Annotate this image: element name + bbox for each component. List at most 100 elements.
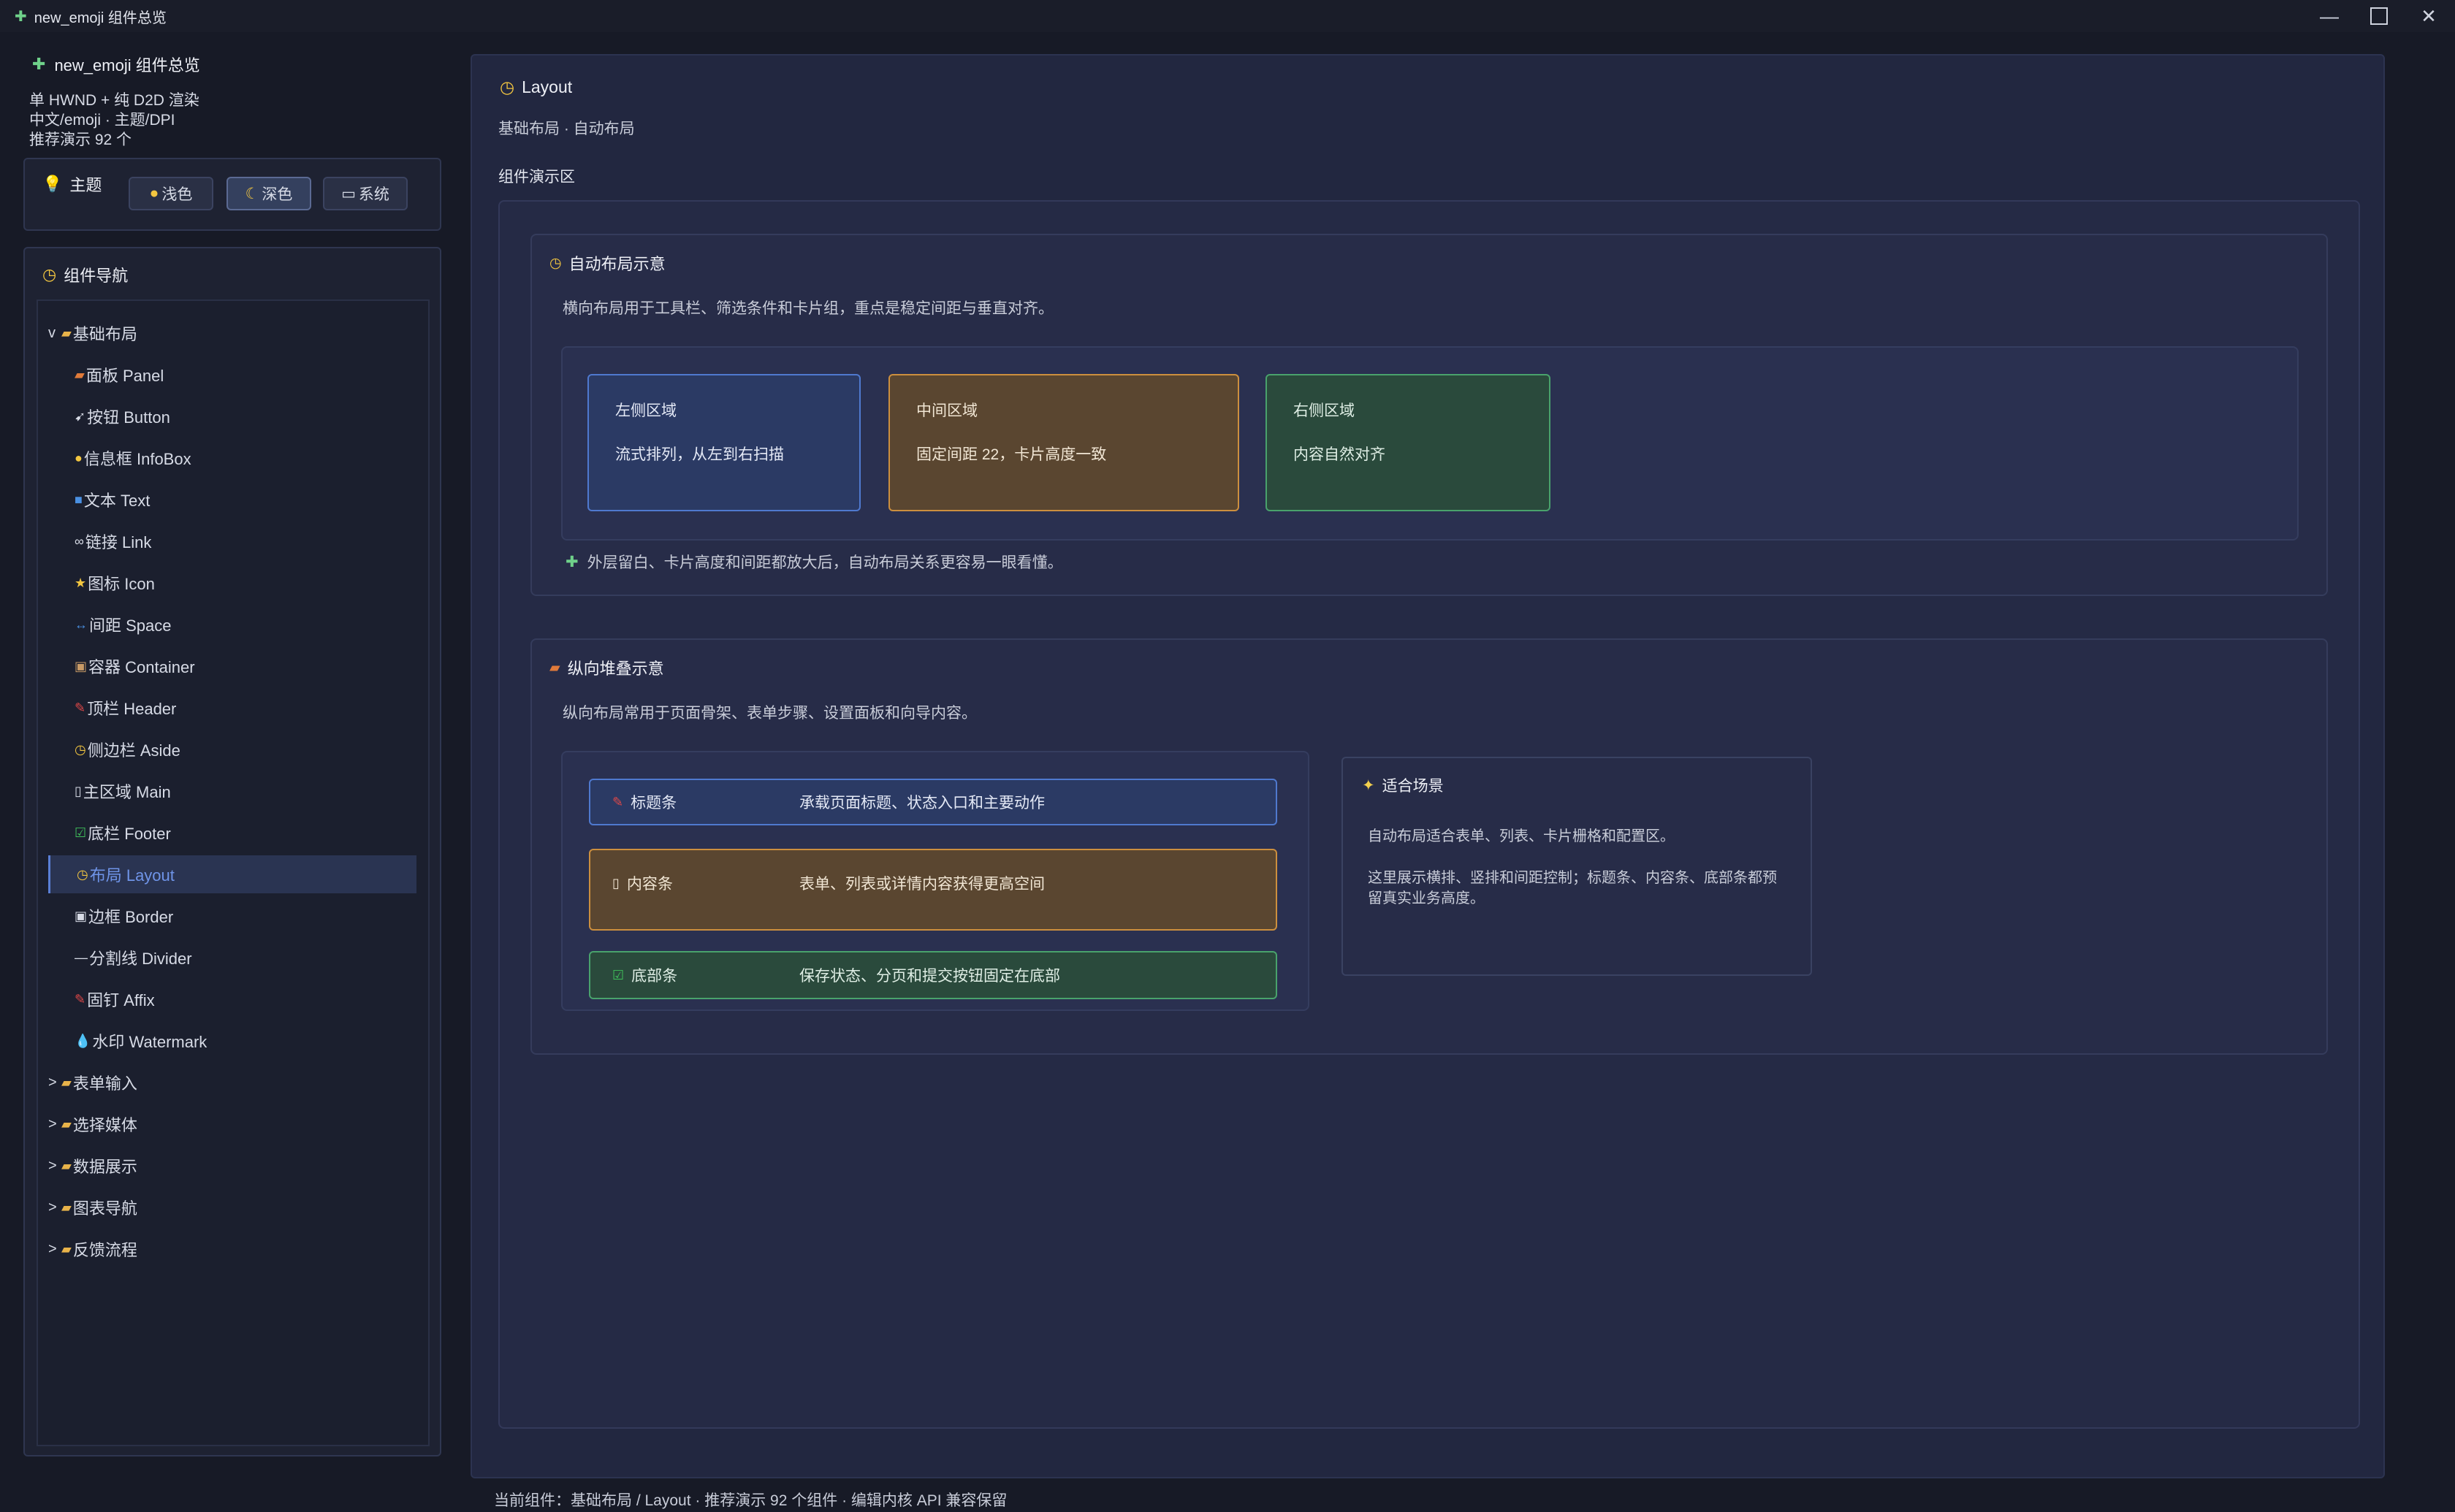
expand-toggle[interactable]: > (48, 1074, 61, 1091)
expand-toggle[interactable]: v (48, 325, 61, 342)
nav-group-chart-nav[interactable]: > ▰ 图表导航 (48, 1188, 416, 1226)
row-text: 表单、列表或详情内容获得更高空间 (799, 876, 1045, 893)
nav-label: 数据展示 (72, 1158, 137, 1176)
folder-icon: ▰ (61, 1199, 72, 1215)
nav-label: 底栏 Footer (88, 825, 171, 843)
row-label-text: 标题条 (631, 795, 677, 812)
clock-icon: ◷ (77, 866, 88, 882)
close-button[interactable]: ✕ (2404, 0, 2454, 32)
nav-item-layout[interactable]: ◷ 布局 Layout (48, 855, 416, 893)
nav-group-data-display[interactable]: > ▰ 数据展示 (48, 1147, 416, 1185)
vertical-stack-section: ▰ 纵向堆叠示意 纵向布局常用于页面骨架、表单步骤、设置面板和向导内容。 ✎ 标题… (530, 638, 2328, 1055)
nav-item-button[interactable]: ➹ 按钮 Button (48, 397, 416, 435)
scene-title: ✦ 适合场景 (1362, 774, 1444, 796)
card-title: 右侧区域 (1293, 402, 1355, 419)
info-line: 推荐演示 92 个 (29, 131, 132, 148)
folder-icon: ▰ (61, 1158, 72, 1173)
sparkle-icon: ✦ (1362, 776, 1375, 794)
clock-icon: ◷ (75, 741, 86, 757)
info-line: 中文/emoji · 主题/DPI (29, 112, 175, 129)
row-label: ▯ 内容条 (612, 872, 673, 894)
row-text: 保存状态、分页和提交按钮固定在底部 (799, 968, 1060, 985)
section-title: ◷ 自动布局示意 (549, 251, 666, 275)
card-desc: 流式排列，从左到右扫描 (615, 446, 784, 463)
left-region-card: 左侧区域 流式排列，从左到右扫描 (587, 374, 861, 511)
expand-toggle[interactable]: > (48, 1158, 61, 1175)
nav-item-aside[interactable]: ◷ 侧边栏 Aside (48, 730, 416, 768)
clock-icon: ◷ (42, 265, 57, 283)
nav-panel: ◷ 组件导航 v ▰ 基础布局 ▰ 面板 Panel ➹ 按钮 Button ● 信息框 … (23, 247, 441, 1456)
nav-label: 文本 Text (83, 492, 151, 510)
card-title: 中间区域 (916, 402, 978, 419)
pin-icon: ✎ (75, 700, 86, 715)
nav-label: 选择媒体 (72, 1116, 137, 1134)
nav-label: 容器 Container (88, 658, 195, 676)
expand-toggle[interactable]: > (48, 1116, 61, 1133)
nav-label: 水印 Watermark (92, 1033, 208, 1051)
check-icon: ☑ (612, 967, 625, 982)
nav-group-select-media[interactable]: > ▰ 选择媒体 (48, 1105, 416, 1143)
horizontal-container: 左侧区域 流式排列，从左到右扫描 中间区域 固定间距 22，卡片高度一致 右侧区… (561, 346, 2299, 541)
demo-area: ◷ 自动布局示意 横向布局用于工具栏、筛选条件和卡片组，重点是稳定间距与垂直对齐… (498, 200, 2360, 1429)
clock-icon: ◷ (549, 255, 562, 271)
expand-toggle[interactable]: > (48, 1199, 61, 1216)
nav-header-text: 组件导航 (64, 267, 129, 285)
nav-label: 侧边栏 Aside (87, 741, 180, 760)
nav-label: 图表导航 (72, 1199, 137, 1218)
nav-group-form-input[interactable]: > ▰ 表单输入 (48, 1064, 416, 1101)
breadcrumb: 基础布局 · 自动布局 (498, 121, 635, 137)
bulb-icon: 💡 (42, 175, 63, 193)
header-bar-row: ✎ 标题条 承载页面标题、状态入口和主要动作 (589, 779, 1277, 825)
section-title-text: 自动布局示意 (568, 255, 666, 273)
theme-system-button[interactable]: ▭ 系统 (323, 177, 408, 210)
section-note-text: 外层留白、卡片高度和间距都放大后，自动布局关系更容易一眼看懂。 (587, 554, 1063, 571)
expand-toggle[interactable]: > (48, 1241, 61, 1258)
nav-label: 按钮 Button (87, 408, 170, 427)
row-label: ✎ 标题条 (612, 791, 677, 813)
border-icon: ▣ (75, 908, 88, 923)
demo-area-label: 组件演示区 (498, 169, 575, 186)
section-desc: 横向布局用于工具栏、筛选条件和卡片组，重点是稳定间距与垂直对齐。 (563, 300, 1054, 317)
nav-item-text[interactable]: ■ 文本 Text (48, 481, 416, 519)
page-icon: ▯ (75, 783, 82, 798)
page-title-text: Layout (522, 77, 573, 96)
nav-item-container[interactable]: ▣ 容器 Container (48, 647, 416, 685)
vertical-container: ✎ 标题条 承载页面标题、状态入口和主要动作 ▯ 内容条 表单、列表或详情内容获得更… (561, 751, 1309, 1011)
nav-item-main[interactable]: ▯ 主区域 Main (48, 772, 416, 810)
theme-dark-button[interactable]: ☾ 深色 (227, 177, 311, 210)
nav-item-link[interactable]: ∞ 链接 Link (48, 522, 416, 560)
nav-item-footer[interactable]: ☑ 底栏 Footer (48, 814, 416, 852)
scene-title-text: 适合场景 (1382, 778, 1444, 795)
nav-group-basic-layout[interactable]: v ▰ 基础布局 (48, 314, 416, 352)
horizontal-layout-section: ◷ 自动布局示意 横向布局用于工具栏、筛选条件和卡片组，重点是稳定间距与垂直对齐… (530, 234, 2328, 596)
check-icon: ☑ (75, 825, 87, 840)
sidebar-title-text: new_emoji 组件总览 (54, 56, 200, 75)
nav-item-watermark[interactable]: 💧 水印 Watermark (48, 1022, 416, 1060)
nav-item-icon[interactable]: ★ 图标 Icon (48, 564, 416, 602)
nav-item-border[interactable]: ▣ 边框 Border (48, 897, 416, 935)
nav-item-panel[interactable]: ▰ 面板 Panel (48, 356, 416, 394)
panel-icon: ▰ (549, 660, 560, 676)
nav-group-feedback-flow[interactable]: > ▰ 反馈流程 (48, 1230, 416, 1268)
theme-button-label: 深色 (262, 186, 293, 203)
moon-icon: ☾ (245, 185, 259, 202)
nav-label: 间距 Space (89, 616, 172, 635)
maximize-button[interactable] (2354, 0, 2404, 32)
window-title: new_emoji 组件总览 (34, 9, 167, 26)
nav-item-divider[interactable]: — 分割线 Divider (48, 939, 416, 977)
nav-tree[interactable]: v ▰ 基础布局 ▰ 面板 Panel ➹ 按钮 Button ● 信息框 InfoBox… (37, 299, 430, 1446)
theme-button-label: 浅色 (161, 186, 193, 203)
nav-item-space[interactable]: ↔ 间距 Space (48, 606, 416, 644)
section-title: ▰ 纵向堆叠示意 (549, 656, 664, 679)
nav-item-affix[interactable]: ✎ 固钉 Affix (48, 980, 416, 1018)
minimize-button[interactable]: — (2304, 0, 2354, 32)
nav-label: 面板 Panel (85, 367, 164, 385)
rocket-icon: ➹ (75, 408, 86, 424)
maximize-icon (2370, 7, 2388, 25)
theme-light-button[interactable]: ● 浅色 (129, 177, 213, 210)
nav-label: 信息框 InfoBox (83, 450, 191, 468)
nav-item-infobox[interactable]: ● 信息框 InfoBox (48, 439, 416, 477)
theme-label: 💡 主题 (42, 172, 102, 196)
nav-item-header[interactable]: ✎ 顶栏 Header (48, 689, 416, 727)
yellow-circle-icon: ● (149, 185, 159, 202)
